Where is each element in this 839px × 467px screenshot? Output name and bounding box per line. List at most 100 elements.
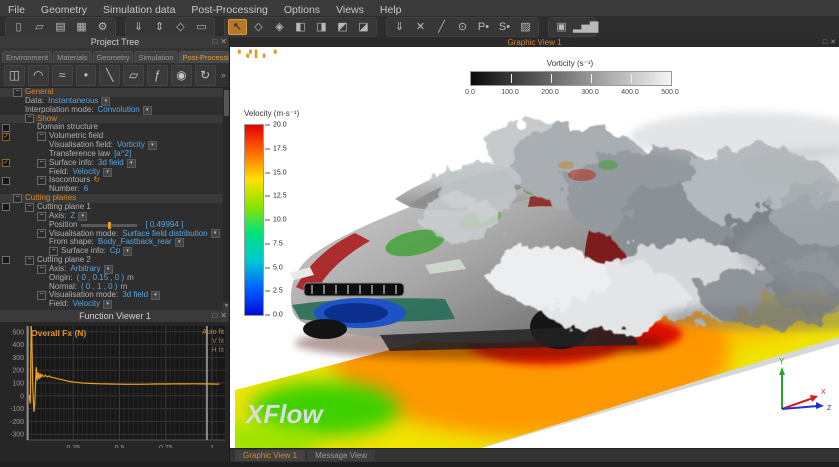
cutting-plane-icon[interactable]: ▱ <box>123 65 144 86</box>
dropdown-arrow-icon[interactable]: ▾ <box>78 212 87 221</box>
render-snapshot-icon[interactable]: ▣ <box>552 19 571 35</box>
3d-viewport[interactable]: Y X Z ▘▞▌▖▝ Vorticity (s⁻¹) 0.0100.0200.… <box>230 47 839 448</box>
slider-thumb[interactable] <box>108 222 111 229</box>
inspect-magnifier-icon[interactable]: ⊙ <box>453 19 472 35</box>
tree-row-field[interactable]: Field:Velocity▾ <box>0 300 230 309</box>
save-project-icon[interactable]: ▤ <box>51 19 70 35</box>
save-project-as-icon[interactable]: ▦ <box>72 19 91 35</box>
collapse-toggle[interactable]: − <box>13 88 22 97</box>
section-cutting-planes[interactable]: −Cutting planes <box>0 194 230 203</box>
position-slider[interactable] <box>81 224 137 227</box>
volumetric-field-icon[interactable]: ◫ <box>4 65 25 86</box>
sensor-point-icon[interactable]: S• <box>495 19 514 35</box>
row-value[interactable]: Velocity <box>73 300 101 309</box>
collapse-toggle[interactable]: − <box>25 203 34 212</box>
rotate-cube-icon[interactable]: ◨ <box>312 19 331 35</box>
collapse-toggle[interactable]: − <box>25 114 34 123</box>
collapse-toggle[interactable]: − <box>13 194 22 203</box>
tab-environment[interactable]: Environment <box>2 51 52 63</box>
fx-chart[interactable]: 5004003002001000-100-200-3000.250.50.751… <box>0 322 230 462</box>
tab-materials[interactable]: Materials <box>53 51 91 63</box>
function-viewer-icon[interactable]: ▂▅▇ <box>573 19 592 35</box>
collapse-toggle[interactable]: − <box>37 212 46 221</box>
select-cursor-icon[interactable]: ↖ <box>228 19 247 35</box>
domain-box-icon[interactable]: ◇ <box>171 19 190 35</box>
close-icon[interactable]: ✕ <box>830 39 836 46</box>
dropdown-arrow-icon[interactable]: ▾ <box>143 106 152 115</box>
tree-row-volumetric-field[interactable]: ✓−Volumetric field <box>0 132 230 141</box>
sync-data-icon[interactable]: ⇕ <box>150 19 169 35</box>
collapse-toggle[interactable]: − <box>37 229 46 238</box>
visibility-checkbox[interactable]: ✓ <box>2 133 10 141</box>
record-video-icon[interactable]: ◉ <box>171 65 192 86</box>
tree-row-surface-info[interactable]: −Surface info:Cp▾ <box>0 247 230 256</box>
dropdown-arrow-icon[interactable]: ▾ <box>148 141 157 150</box>
visibility-checkbox[interactable]: ✓ <box>2 159 10 167</box>
dropdown-arrow-icon[interactable]: ▾ <box>211 229 220 238</box>
close-icon[interactable]: ✕ <box>220 311 227 320</box>
animation-clapper-icon[interactable]: ▨ <box>516 19 535 35</box>
dropdown-arrow-icon[interactable]: ▾ <box>103 168 112 177</box>
section-show[interactable]: −Show <box>0 115 230 124</box>
point-probe-icon[interactable]: • <box>76 65 97 86</box>
line-probe-icon[interactable]: ╲ <box>99 65 120 86</box>
tree-row-cutting-plane-1[interactable]: −Cutting plane 1 <box>0 203 230 212</box>
tree-row-visualisation-mode[interactable]: −Visualisation mode:3d field▾ <box>0 291 230 300</box>
tab-geometry[interactable]: Geometry <box>93 51 134 63</box>
tree-row-axis[interactable]: −Axis:Z▾ <box>0 212 230 221</box>
visibility-checkbox[interactable] <box>2 177 10 185</box>
fit-option-h-fit[interactable]: H fit <box>212 347 225 354</box>
dropdown-arrow-icon[interactable]: ▾ <box>123 247 132 256</box>
cut-cube-icon[interactable]: ◈ <box>270 19 289 35</box>
collapse-toggle[interactable]: − <box>37 132 46 141</box>
collapse-toggle[interactable]: − <box>37 159 46 168</box>
panel-splitter[interactable] <box>229 36 230 462</box>
open-project-icon[interactable]: ▱ <box>30 19 49 35</box>
row-value[interactable]: 3d field <box>98 159 124 168</box>
view-tab-message-view[interactable]: Message View <box>307 450 375 461</box>
refresh-icon[interactable]: ↻ <box>93 176 100 185</box>
tab-simulation[interactable]: Simulation <box>134 51 177 63</box>
tree-row-isocontours[interactable]: −Isocontours↻ <box>0 176 230 185</box>
fit-option-auto-fit[interactable]: Auto fit <box>202 329 224 336</box>
move-cube-icon[interactable]: ◧ <box>291 19 310 35</box>
dropdown-arrow-icon[interactable]: ▾ <box>103 300 112 309</box>
dropdown-arrow-icon[interactable]: ▾ <box>175 238 184 247</box>
scale-cube-icon[interactable]: ◩ <box>333 19 352 35</box>
close-icon[interactable]: ✕ <box>220 37 227 46</box>
new-project-icon[interactable]: ▯ <box>9 19 28 35</box>
collapse-toggle[interactable]: − <box>25 256 34 265</box>
collapse-toggle[interactable]: − <box>37 291 46 300</box>
formula-icon[interactable]: ƒ <box>147 65 168 86</box>
view-tab-graphic-view-1[interactable]: Graphic View 1 <box>235 450 305 461</box>
function-viewer-chart[interactable]: 5004003002001000-100-200-3000.250.50.751… <box>0 322 230 462</box>
visibility-checkbox[interactable] <box>2 256 10 264</box>
probe-point-icon[interactable]: P• <box>474 19 493 35</box>
tree-row-interpolation-mode[interactable]: Interpolation mode:Convolution▾ <box>0 106 230 115</box>
view-cube-icon[interactable]: ◇ <box>249 19 268 35</box>
fit-option-v-fit[interactable]: V fit <box>212 338 224 345</box>
measure-ruler-icon[interactable]: ▭ <box>192 19 211 35</box>
collapse-toggle[interactable]: − <box>37 265 46 274</box>
dropdown-arrow-icon[interactable]: ▾ <box>127 159 136 168</box>
tree-row-cutting-plane-2[interactable]: −Cutting plane 2 <box>0 256 230 265</box>
surface-field-icon[interactable]: ◠ <box>28 65 49 86</box>
import-data-icon[interactable]: ⇓ <box>129 19 148 35</box>
mesh-cube-icon[interactable]: ◪ <box>354 19 373 35</box>
row-value[interactable]: Cp <box>110 247 120 256</box>
tree-row-domain-structure[interactable]: Domain structure <box>0 123 230 132</box>
undock-icon[interactable]: □ <box>212 311 217 320</box>
visibility-checkbox[interactable] <box>2 124 10 132</box>
undock-icon[interactable]: □ <box>823 39 827 46</box>
undock-icon[interactable]: □ <box>212 37 217 46</box>
delete-shape-icon[interactable]: ✕ <box>411 19 430 35</box>
tree-row-surface-info[interactable]: ✓−Surface info:3d field▾ <box>0 159 230 168</box>
row-value[interactable]: Convolution <box>98 106 140 115</box>
collapse-toggle[interactable]: − <box>37 176 46 185</box>
preferences-gear-icon[interactable]: ⚙ <box>93 19 112 35</box>
dropdown-arrow-icon[interactable]: ▾ <box>151 291 160 300</box>
toolbar-overflow-icon[interactable]: » <box>219 66 228 85</box>
tools-wrench-icon[interactable]: ╱ <box>432 19 451 35</box>
tree-row-field[interactable]: Field:Velocity▾ <box>0 168 230 177</box>
visibility-checkbox[interactable] <box>2 203 10 211</box>
